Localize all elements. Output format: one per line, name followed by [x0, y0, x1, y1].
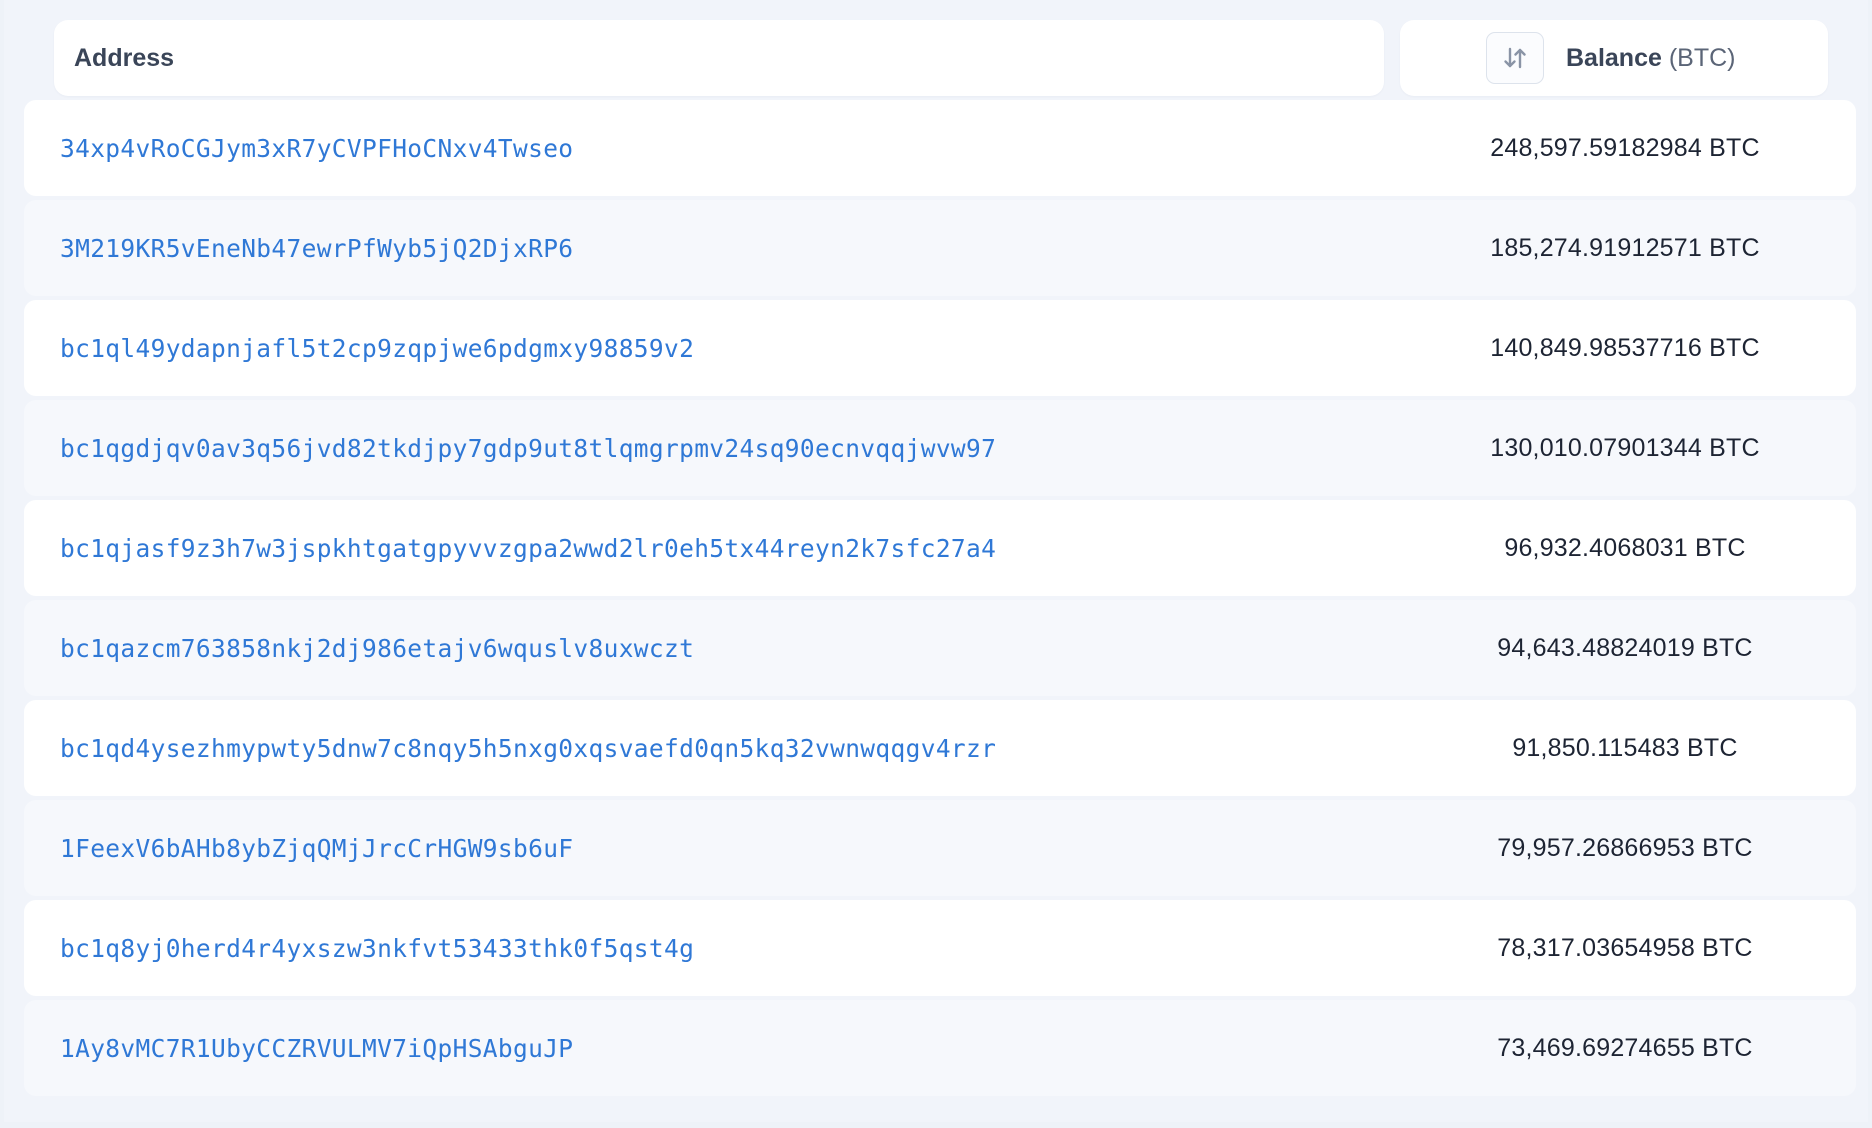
address-link[interactable]: bc1q8yj0herd4r4yxszw3nkfvt53433thk0f5qst…: [60, 934, 694, 963]
table-row: bc1q8yj0herd4r4yxszw3nkfvt53433thk0f5qst…: [24, 900, 1856, 996]
address-link[interactable]: bc1ql49ydapnjafl5t2cp9zqpjwe6pdgmxy98859…: [60, 334, 694, 363]
sort-button[interactable]: [1486, 32, 1544, 84]
table-row: 1FeexV6bAHb8ybZjqQMjJrcCrHGW9sb6uF 79,957…: [24, 800, 1856, 896]
sort-arrows-icon: [1504, 47, 1526, 69]
table-row: bc1qjasf9z3h7w3jspkhtgatgpyvvzgpa2wwd2lr…: [24, 500, 1856, 596]
balance-value: 140,849.98537716 BTC: [1490, 333, 1760, 362]
table-row: 3M219KR5vEneNb47ewrPfWyb5jQ2DjxRP6 185,27…: [24, 200, 1856, 296]
balance-value: 96,932.4068031 BTC: [1504, 533, 1746, 562]
table-row: bc1qd4ysezhmypwty5dnw7c8nqy5h5nxg0xqsvae…: [24, 700, 1856, 796]
address-header-label: Address: [74, 43, 175, 72]
balance-header-title: Balance: [1566, 43, 1662, 72]
balance-value: 78,317.03654958 BTC: [1497, 933, 1753, 962]
table-row: bc1qgdjqv0av3q56jvd82tkdjpy7gdp9ut8tlqmg…: [24, 400, 1856, 496]
table-body: 34xp4vRoCGJym3xR7yCVPFHoCNxv4Twseo 248,59…: [24, 100, 1856, 1100]
rich-list-panel: Address Balance (BTC) 34xp4vRoCGJym3xR7y…: [4, 0, 1868, 1122]
address-link[interactable]: bc1qd4ysezhmypwty5dnw7c8nqy5h5nxg0xqsvae…: [60, 734, 996, 763]
address-link[interactable]: 1FeexV6bAHb8ybZjqQMjJrcCrHGW9sb6uF: [60, 834, 573, 863]
balance-header-label: Balance (BTC): [1566, 44, 1736, 73]
table-row: 1Ay8vMC7R1UbyCCZRVULMV7iQpHSAbguJP 73,469…: [24, 1000, 1856, 1096]
address-link[interactable]: bc1qazcm763858nkj2dj986etajv6wquslv8uxwc…: [60, 634, 694, 663]
balance-value: 248,597.59182984 BTC: [1490, 133, 1760, 162]
table-row: 34xp4vRoCGJym3xR7yCVPFHoCNxv4Twseo 248,59…: [24, 100, 1856, 196]
balance-value: 79,957.26866953 BTC: [1497, 833, 1753, 862]
address-link[interactable]: 1Ay8vMC7R1UbyCCZRVULMV7iQpHSAbguJP: [60, 1034, 573, 1063]
balance-value: 73,469.69274655 BTC: [1497, 1033, 1753, 1062]
address-link[interactable]: 34xp4vRoCGJym3xR7yCVPFHoCNxv4Twseo: [60, 134, 573, 163]
balance-value: 130,010.07901344 BTC: [1490, 433, 1760, 462]
address-link[interactable]: bc1qgdjqv0av3q56jvd82tkdjpy7gdp9ut8tlqmg…: [60, 434, 996, 463]
balance-value: 91,850.115483 BTC: [1512, 733, 1738, 762]
table-row: bc1ql49ydapnjafl5t2cp9zqpjwe6pdgmxy98859…: [24, 300, 1856, 396]
address-link[interactable]: 3M219KR5vEneNb47ewrPfWyb5jQ2DjxRP6: [60, 234, 573, 263]
balance-value: 185,274.91912571 BTC: [1490, 233, 1760, 262]
table-header: Address Balance (BTC): [4, 20, 1868, 96]
balance-column-header: Balance (BTC): [1400, 20, 1828, 96]
balance-header-unit: (BTC): [1668, 43, 1736, 72]
balance-value: 94,643.48824019 BTC: [1497, 633, 1753, 662]
table-row: bc1qazcm763858nkj2dj986etajv6wquslv8uxwc…: [24, 600, 1856, 696]
address-column-header: Address: [54, 20, 1384, 96]
address-link[interactable]: bc1qjasf9z3h7w3jspkhtgatgpyvvzgpa2wwd2lr…: [60, 534, 996, 563]
